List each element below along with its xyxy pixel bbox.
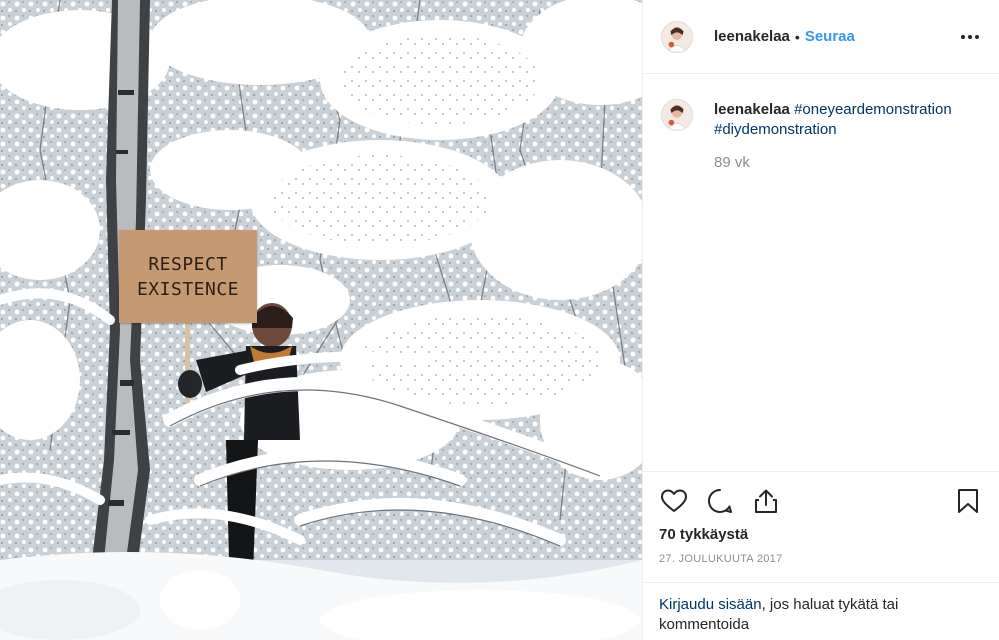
heart-icon[interactable]: [659, 486, 689, 516]
snowy-forest-image: [0, 0, 642, 640]
caption-age: 89 vk: [714, 154, 750, 171]
post-username[interactable]: leenakelaa: [714, 28, 790, 45]
avatar[interactable]: [661, 20, 693, 53]
login-link[interactable]: Kirjaudu sisään: [659, 596, 762, 613]
instagram-post: RESPECT EXISTENCE leenakelaa • Seuraa le…: [0, 0, 999, 640]
caption-row: leenakelaa #oneyeardemonstration #diydem…: [661, 99, 981, 171]
actions-area: 70 tykkäystä 27. JOULUKUUTA 2017: [643, 471, 999, 582]
protest-sign: RESPECT EXISTENCE: [119, 230, 257, 323]
share-icon[interactable]: [751, 486, 781, 516]
post-photo[interactable]: RESPECT EXISTENCE: [0, 0, 642, 640]
caption-text: leenakelaa #oneyeardemonstration #diydem…: [714, 100, 952, 140]
avatar-image: [662, 100, 692, 130]
follow-button[interactable]: Seuraa: [805, 28, 855, 45]
separator-dot: •: [794, 28, 800, 45]
action-bar: [659, 472, 983, 528]
caption-avatar[interactable]: [661, 99, 693, 131]
post-header: leenakelaa • Seuraa: [643, 0, 999, 74]
caption-username[interactable]: leenakelaa: [714, 101, 790, 118]
hashtag-link[interactable]: #diydemonstration: [714, 121, 837, 138]
comment-icon[interactable]: [705, 486, 735, 516]
comments-section: leenakelaa #oneyeardemonstration #diydem…: [643, 74, 999, 471]
hashtag-link[interactable]: #oneyeardemonstration: [794, 101, 952, 118]
likes-count[interactable]: 70 tykkäystä: [659, 526, 983, 543]
sign-line-2: EXISTENCE: [136, 278, 240, 300]
login-prompt: Kirjaudu sisään, jos haluat tykätä tai k…: [643, 582, 999, 640]
post-date: 27. JOULUKUUTA 2017: [659, 553, 783, 565]
more-options-icon[interactable]: [959, 26, 981, 48]
avatar-image: [662, 21, 692, 52]
bookmark-icon[interactable]: [953, 486, 983, 516]
sign-line-1: RESPECT: [148, 253, 228, 275]
post-side-panel: leenakelaa • Seuraa leenakelaa #oneyeard…: [642, 0, 999, 640]
